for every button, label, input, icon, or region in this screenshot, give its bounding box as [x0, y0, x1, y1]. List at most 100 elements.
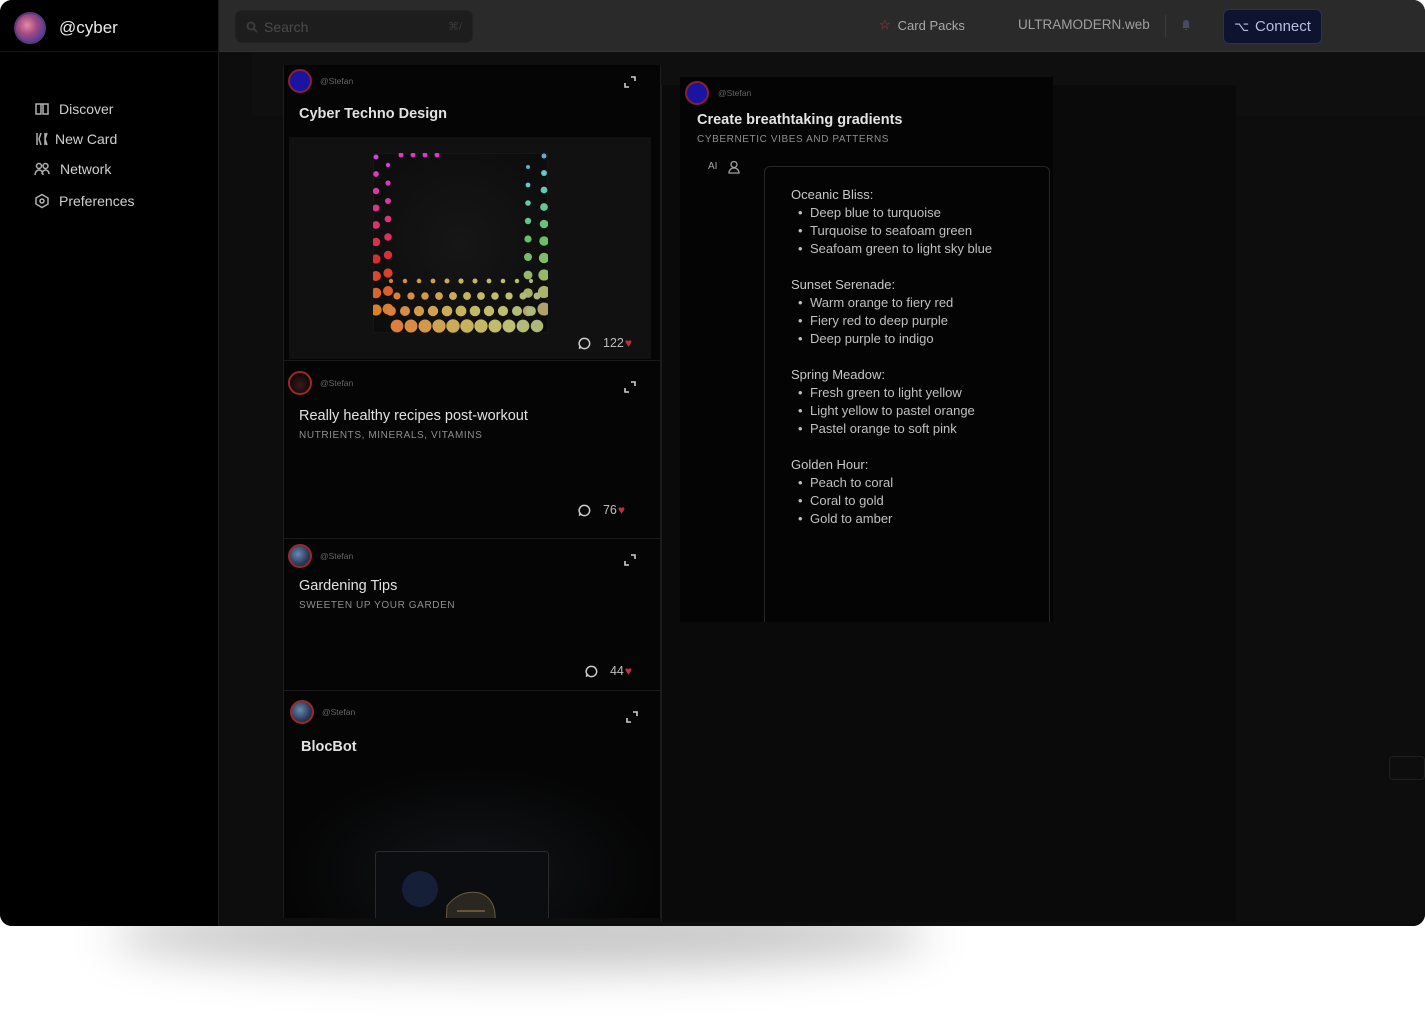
list-item: Deep purple to indigo [791, 330, 1049, 348]
pattern-dot [502, 319, 516, 333]
pattern-dot [524, 235, 532, 243]
pattern-dot [416, 278, 422, 284]
pattern-dot [413, 305, 425, 317]
search-bar[interactable]: ⌘/ [235, 10, 473, 43]
list-item: Warm orange to fiery red [791, 294, 1049, 312]
card-author[interactable]: @Stefan [290, 700, 355, 724]
pattern-dot [435, 292, 443, 300]
heart-icon[interactable]: ♥ [625, 664, 632, 678]
pattern-dot [407, 292, 415, 300]
book-open-icon [35, 103, 49, 115]
pattern-dot [516, 319, 530, 333]
expand-icon[interactable] [624, 553, 636, 566]
heart-icon[interactable]: ♥ [625, 336, 632, 350]
card-author[interactable]: @Stefan [288, 371, 353, 395]
comment-icon[interactable] [578, 504, 591, 517]
pattern-dot [427, 305, 439, 317]
pattern-dot [525, 182, 531, 188]
hexagon-gear-icon [35, 193, 49, 209]
pattern-dot [524, 253, 532, 261]
card-stats: 122 ♥ [578, 336, 632, 350]
sidebar-item-discover[interactable]: Discover [34, 94, 134, 124]
ai-label[interactable]: AI [708, 161, 717, 172]
pattern-dot [383, 268, 393, 278]
expand-icon[interactable] [624, 380, 636, 393]
avatar[interactable] [685, 81, 709, 105]
dot-pattern-image[interactable] [373, 153, 548, 333]
site-link[interactable]: ULTRAMODERN.web [1018, 17, 1150, 32]
card-item[interactable]: @Stefan Really healthy recipes post-work… [284, 367, 660, 539]
pattern-dot [385, 180, 391, 186]
pattern-dot [444, 278, 450, 284]
sidebar-item-label: New Card [55, 131, 118, 147]
pattern-dot [540, 186, 548, 194]
heart-icon[interactable]: ♥ [618, 503, 625, 517]
card-item[interactable]: @Stefan Cyber Techno Design 122 ♥ [284, 65, 660, 361]
card-stats: 44 ♥ [585, 664, 632, 678]
author-name: @Stefan [320, 76, 354, 86]
avatar[interactable] [288, 69, 312, 93]
gradient-list: Oceanic Bliss: Deep blue to turquoise Tu… [764, 166, 1050, 622]
sparkles-icon [36, 132, 48, 146]
card-packs-label: Card Packs [897, 17, 965, 33]
expand-icon[interactable] [624, 75, 636, 88]
pattern-dot [526, 165, 530, 169]
card-item[interactable]: @Stefan Gardening Tips SWEETEN UP YOUR G… [284, 540, 660, 691]
card-packs-link[interactable]: ☆ Card Packs [879, 17, 965, 33]
users-icon [34, 162, 50, 176]
skull-robot-image[interactable] [375, 851, 549, 918]
bell-icon[interactable] [1177, 16, 1195, 34]
pattern-dot [383, 286, 393, 296]
sidebar-item-network[interactable]: Network [34, 154, 134, 184]
list-item: Turquoise to seafoam green [791, 222, 1049, 240]
avatar[interactable] [14, 12, 46, 44]
card-item[interactable]: @Stefan BlocBot [284, 696, 660, 918]
pattern-dot [441, 305, 453, 317]
card-feed[interactable]: @Stefan Cyber Techno Design 122 ♥ @Stefa… [283, 65, 661, 918]
card-detail: @Stefan Create breathtaking gradients CY… [680, 77, 1053, 622]
card-subtitle: NUTRIENTS, MINERALS, VITAMINS [299, 430, 483, 441]
connect-button[interactable]: ⌥ Connect [1223, 9, 1322, 44]
pattern-dot [390, 319, 404, 333]
pattern-dot [486, 278, 492, 284]
sidebar-item-label: Network [60, 161, 112, 177]
avatar[interactable] [290, 700, 314, 724]
list-item: Seafoam green to light sky blue [791, 240, 1049, 258]
sidebar-item-new-card[interactable]: New Card [34, 124, 134, 154]
card-title: Really healthy recipes post-workout [299, 408, 528, 424]
pattern-dot [418, 319, 432, 333]
group-title: Oceanic Bliss: [791, 187, 874, 202]
avatar[interactable] [288, 544, 312, 568]
top-bar: ⌘/ ☆ Card Packs ULTRAMODERN.web ⌥ Connec… [219, 0, 1425, 52]
pattern-dot [385, 162, 391, 168]
card-title: Cyber Techno Design [299, 106, 447, 122]
comment-icon[interactable] [578, 337, 591, 350]
pattern-dot [421, 292, 429, 300]
author-name: @Stefan [322, 707, 356, 717]
card-author[interactable]: @Stefan [288, 544, 353, 568]
pattern-dot [386, 306, 396, 316]
search-input[interactable] [264, 18, 434, 35]
pattern-dot [373, 154, 379, 160]
pattern-dot [402, 278, 408, 284]
list-item: Pastel orange to soft pink [791, 420, 1049, 438]
card-author[interactable]: @Stefan [288, 69, 353, 93]
card-author[interactable]: @Stefan [685, 81, 751, 105]
group-title: Sunset Serenade: [791, 277, 896, 292]
expand-icon[interactable] [626, 710, 638, 723]
sidebar-item-label: Preferences [59, 193, 135, 209]
pattern-dot [384, 215, 392, 223]
sidebar-item-preferences[interactable]: Preferences [34, 186, 134, 216]
comment-icon[interactable] [585, 665, 598, 678]
main-area: ⌘/ ☆ Card Packs ULTRAMODERN.web ⌥ Connec… [219, 0, 1425, 926]
scroll-handle[interactable] [1389, 756, 1425, 780]
list-item: Fresh green to light yellow [791, 384, 1049, 402]
connect-label: Connect [1255, 18, 1311, 35]
like-count: 76 [602, 503, 617, 517]
app-window: @cyber Discover New Card Network Prefere… [0, 0, 1425, 926]
user-icon[interactable] [728, 160, 740, 174]
group-title: Spring Meadow: [791, 367, 885, 382]
pattern-dot [505, 292, 513, 300]
avatar[interactable] [288, 371, 312, 395]
brand[interactable]: @cyber [14, 12, 118, 44]
